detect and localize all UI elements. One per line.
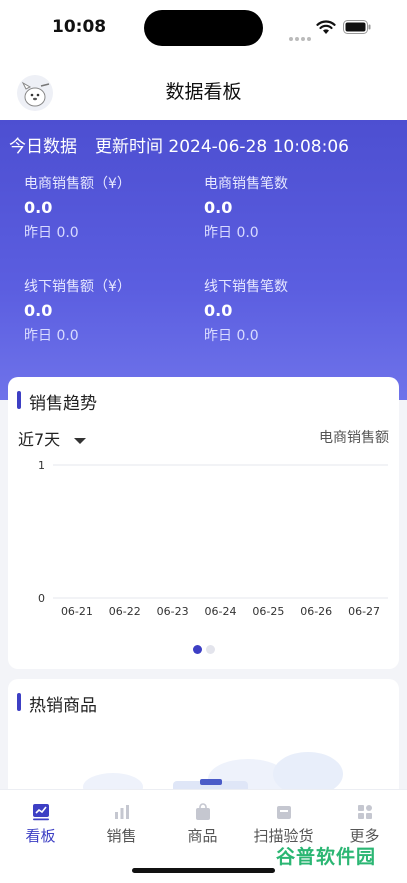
metric-value: 0.0 [24, 198, 53, 217]
metric-yesterday: 昨日 0.0 [24, 225, 79, 241]
empty-state-illustration [83, 752, 343, 789]
metric-yesterday: 昨日 0.0 [204, 328, 259, 344]
metric-label: 电商销售笔数 [204, 176, 288, 192]
metric-value: 0.0 [204, 301, 233, 320]
tab-scan-inspection[interactable]: 扫描验货 [243, 790, 324, 846]
range-dropdown-value: 近7天 [18, 430, 61, 449]
x-tick-label: 06-22 [109, 605, 141, 618]
dynamic-island [144, 10, 263, 46]
chart-pager [8, 639, 399, 658]
status-bar: 10:08 [0, 0, 407, 58]
more-grid-icon [357, 805, 372, 819]
tab-label: 销售 [106, 827, 137, 845]
metric-yesterday: 昨日 0.0 [204, 225, 259, 241]
x-tick-label: 06-27 [348, 605, 380, 618]
tab-sales[interactable]: 销售 [81, 790, 162, 846]
sales-trend-chart: 1 0 06-21 06-22 06-23 06-24 06-25 06-26 06-27 [38, 459, 388, 618]
y-tick-label: 0 [38, 592, 45, 605]
home-indicator [132, 868, 275, 873]
cellular-signal-icon [289, 26, 313, 41]
metric-value: 0.0 [204, 198, 233, 217]
x-tick-label: 06-24 [205, 605, 237, 618]
sales-trend-title: 销售趋势 [17, 389, 97, 414]
range-dropdown[interactable]: 近7天 [18, 426, 87, 450]
y-tick-label: 1 [38, 459, 45, 472]
x-tick-label: 06-23 [157, 605, 189, 618]
tab-label: 看板 [25, 827, 56, 845]
shopping-bag-icon [195, 803, 210, 820]
caret-down-icon [74, 437, 87, 444]
metric-label: 线下销售额（¥） [24, 279, 131, 295]
sales-chart-icon [114, 805, 129, 819]
metric-value: 0.0 [24, 301, 53, 320]
battery-icon [343, 20, 371, 34]
wifi-icon [316, 20, 336, 34]
today-data-title: 今日数据 [9, 137, 77, 157]
pager-dot[interactable] [205, 645, 215, 654]
today-data-header: 今日数据 更新时间 2024-06-28 10:08:06 [9, 132, 349, 157]
metric-offline-sales: 线下销售额（¥） 0.0 昨日 0.0 [24, 276, 204, 345]
x-tick-label: 06-21 [61, 605, 93, 618]
tab-products[interactable]: 商品 [162, 790, 243, 846]
status-time: 10:08 [52, 17, 107, 37]
tab-dashboard[interactable]: 看板 [0, 790, 81, 846]
pager-dot-active[interactable] [192, 645, 202, 654]
watermark-text: 谷普软件园 [276, 846, 377, 868]
scan-box-icon [276, 806, 291, 819]
page-title: 数据看板 [165, 81, 242, 103]
today-data-panel: 今日数据 更新时间 2024-06-28 10:08:06 电商销售额（¥） 0.… [0, 120, 407, 400]
tab-label: 商品 [187, 827, 218, 845]
metric-ecommerce-orders: 电商销售笔数 0.0 昨日 0.0 [204, 173, 384, 242]
metric-ecommerce-sales: 电商销售额（¥） 0.0 昨日 0.0 [24, 173, 204, 242]
update-time-value: 2024-06-28 10:08:06 [168, 137, 349, 157]
metric-label: 线下销售笔数 [204, 279, 288, 295]
metric-label: 电商销售额（¥） [24, 176, 131, 192]
hot-products-title: 热销商品 [17, 691, 97, 716]
tab-more[interactable]: 更多 [324, 790, 405, 846]
metric-yesterday: 昨日 0.0 [24, 328, 79, 344]
update-time-label: 更新时间 [95, 137, 163, 157]
metric-type-label[interactable]: 电商销售额 [319, 427, 389, 447]
sales-trend-card: 销售趋势 近7天 电商销售额 1 0 06-21 06-22 06-23 06-24 06-… [8, 377, 399, 669]
x-tick-label: 06-25 [252, 605, 284, 618]
metric-offline-orders: 线下销售笔数 0.0 昨日 0.0 [204, 276, 384, 345]
navigation-bar: 数据看板 [0, 58, 407, 120]
x-tick-label: 06-26 [300, 605, 332, 618]
dashboard-icon [32, 804, 49, 821]
